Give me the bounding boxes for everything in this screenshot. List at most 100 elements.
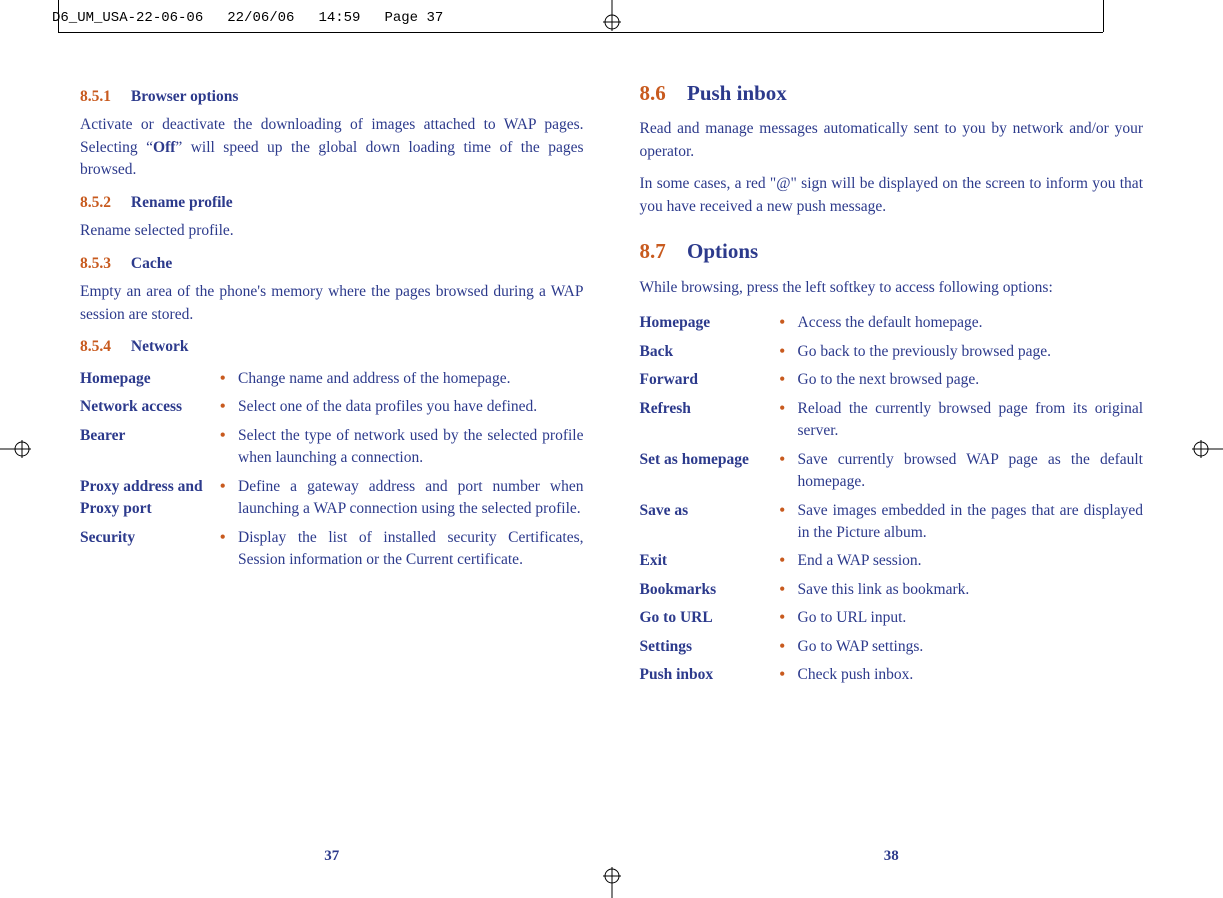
body-8-6-p2: In some cases, a red "@" sign will be di… <box>640 173 1144 218</box>
bullet-icon: • <box>780 661 798 689</box>
definition-term: Push inbox <box>640 661 780 689</box>
section-number: 8.5.3 <box>80 255 111 272</box>
bullet-icon: • <box>220 393 238 421</box>
registration-mark-bottom <box>597 866 627 898</box>
definition-term: Security <box>80 524 220 575</box>
bullet-icon: • <box>780 547 798 575</box>
crop-rule-top <box>58 32 1103 33</box>
definition-row: Back•Go back to the previously browsed p… <box>640 338 1144 366</box>
right-defs-body: Homepage•Access the default homepage.Bac… <box>640 309 1144 690</box>
options-definitions-table: Homepage•Access the default homepage.Bac… <box>640 309 1144 690</box>
section-title: Options <box>687 239 758 263</box>
definition-row: Bearer•Select the type of network used b… <box>80 422 584 473</box>
page-left: 8.5.1 Browser options Activate or deacti… <box>80 78 584 868</box>
section-title: Browser options <box>131 88 239 105</box>
body-8-5-3: Empty an area of the phone's memory wher… <box>80 281 584 326</box>
body-8-5-2: Rename selected profile. <box>80 220 584 242</box>
definition-term: Forward <box>640 366 780 394</box>
page-number-right: 38 <box>640 846 1144 868</box>
definition-description: Display the list of installed security C… <box>238 524 584 575</box>
print-time: 14:59 <box>318 10 360 26</box>
definition-description: Select the type of network used by the s… <box>238 422 584 473</box>
definition-row: Exit•End a WAP session. <box>640 547 1144 575</box>
body-8-7-intro: While browsing, press the left softkey t… <box>640 277 1144 299</box>
page-number-left: 37 <box>80 846 584 868</box>
bullet-icon: • <box>220 422 238 473</box>
bullet-icon: • <box>780 309 798 337</box>
definition-term: Bookmarks <box>640 576 780 604</box>
network-definitions-table: Homepage•Change name and address of the … <box>80 365 584 575</box>
definition-row: Push inbox•Check push inbox. <box>640 661 1144 689</box>
section-number: 8.5.2 <box>80 194 111 211</box>
heading-8-6: 8.6 Push inbox <box>640 78 1144 108</box>
section-title: Push inbox <box>687 81 787 105</box>
definition-description: Define a gateway address and port number… <box>238 473 584 524</box>
registration-mark-left <box>0 434 32 464</box>
section-title: Network <box>131 338 189 355</box>
bullet-icon: • <box>780 395 798 446</box>
definition-row: Homepage•Access the default homepage. <box>640 309 1144 337</box>
page-right: 8.6 Push inbox Read and manage messages … <box>640 78 1144 868</box>
definition-description: Save images embedded in the pages that a… <box>798 497 1144 548</box>
bullet-icon: • <box>220 524 238 575</box>
heading-8-5-2: 8.5.2 Rename profile <box>80 192 584 214</box>
definition-row: Save as•Save images embedded in the page… <box>640 497 1144 548</box>
left-defs-body: Homepage•Change name and address of the … <box>80 365 584 575</box>
print-date: 22/06/06 <box>227 10 294 26</box>
definition-row: Settings•Go to WAP settings. <box>640 633 1144 661</box>
definition-term: Set as homepage <box>640 446 780 497</box>
section-number: 8.5.1 <box>80 88 111 105</box>
definition-term: Exit <box>640 547 780 575</box>
definition-row: Forward•Go to the next browsed page. <box>640 366 1144 394</box>
definition-description: Save currently browsed WAP page as the d… <box>798 446 1144 497</box>
definition-term: Bearer <box>80 422 220 473</box>
bullet-icon: • <box>220 473 238 524</box>
definition-term: Save as <box>640 497 780 548</box>
definition-row: Homepage•Change name and address of the … <box>80 365 584 393</box>
bullet-icon: • <box>780 604 798 632</box>
print-file: D6_UM_USA-22-06-06 <box>52 10 203 26</box>
definition-row: Go to URL•Go to URL input. <box>640 604 1144 632</box>
bullet-icon: • <box>220 365 238 393</box>
body-8-6-p1: Read and manage messages automatically s… <box>640 118 1144 163</box>
section-number: 8.6 <box>640 81 666 105</box>
definition-description: Select one of the data profiles you have… <box>238 393 584 421</box>
heading-8-7: 8.7 Options <box>640 236 1144 266</box>
bullet-icon: • <box>780 633 798 661</box>
definition-term: Settings <box>640 633 780 661</box>
definition-term: Back <box>640 338 780 366</box>
bullet-icon: • <box>780 576 798 604</box>
print-page: Page 37 <box>384 10 443 26</box>
definition-row: Proxy address and Proxy port•Define a ga… <box>80 473 584 524</box>
definition-row: Bookmarks•Save this link as bookmark. <box>640 576 1144 604</box>
heading-8-5-3: 8.5.3 Cache <box>80 253 584 275</box>
definition-description: Reload the currently browsed page from i… <box>798 395 1144 446</box>
section-number: 8.7 <box>640 239 666 263</box>
definition-row: Security•Display the list of installed s… <box>80 524 584 575</box>
section-number: 8.5.4 <box>80 338 111 355</box>
definition-row: Set as homepage•Save currently browsed W… <box>640 446 1144 497</box>
definition-row: Refresh•Reload the currently browsed pag… <box>640 395 1144 446</box>
body-8-5-1: Activate or deactivate the downloading o… <box>80 114 584 181</box>
definition-description: Go back to the previously browsed page. <box>798 338 1144 366</box>
definition-description: Go to URL input. <box>798 604 1144 632</box>
definition-description: Change name and address of the homepage. <box>238 365 584 393</box>
section-title: Cache <box>131 255 172 272</box>
definition-term: Proxy address and Proxy port <box>80 473 220 524</box>
definition-term: Homepage <box>80 365 220 393</box>
section-title: Rename profile <box>131 194 233 211</box>
registration-mark-right <box>1191 434 1223 464</box>
heading-8-5-1: 8.5.1 Browser options <box>80 86 584 108</box>
definition-description: Check push inbox. <box>798 661 1144 689</box>
definition-description: Access the default homepage. <box>798 309 1144 337</box>
definition-description: Go to the next browsed page. <box>798 366 1144 394</box>
definition-term: Go to URL <box>640 604 780 632</box>
registration-mark-top <box>597 0 627 32</box>
definition-description: Save this link as bookmark. <box>798 576 1144 604</box>
definition-description: Go to WAP settings. <box>798 633 1144 661</box>
definition-term: Refresh <box>640 395 780 446</box>
bullet-icon: • <box>780 366 798 394</box>
heading-8-5-4: 8.5.4 Network <box>80 336 584 358</box>
definition-term: Network access <box>80 393 220 421</box>
bullet-icon: • <box>780 338 798 366</box>
